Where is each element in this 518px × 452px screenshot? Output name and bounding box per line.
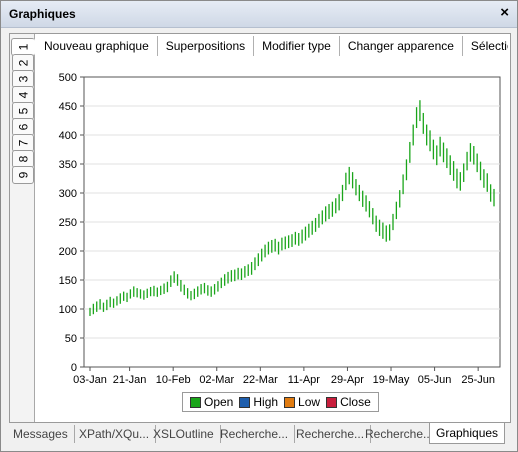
- x-tick-label: 25-Jun: [461, 374, 495, 386]
- chart-tab-label: 6: [16, 123, 30, 131]
- chart-legend: Open High Low Close: [182, 392, 379, 412]
- chart-tab-9[interactable]: 9: [12, 166, 34, 184]
- legend-item-close: Close: [326, 395, 371, 409]
- bottom-window-tabs: Messages XPath/XQu... XSLOutline Recherche.…: [7, 423, 507, 445]
- bottom-tab-3[interactable]: Recherche...: [214, 425, 296, 443]
- candlestick-chart: 0 50 100 150 200 250 300 350 400 450 500 03-Jan 21-J…: [59, 72, 501, 386]
- y-tick-label: 400: [59, 130, 77, 142]
- chart-tab-label: 7: [16, 139, 30, 147]
- y-tick-label: 50: [65, 333, 77, 345]
- legend-label: Close: [340, 395, 371, 409]
- toolbar-tab-1[interactable]: Superpositions: [158, 36, 255, 56]
- bottom-tab-2[interactable]: XSLOutline: [147, 425, 221, 443]
- bottom-tab-5[interactable]: Recherche...: [359, 425, 441, 443]
- legend-swatch: [326, 396, 338, 408]
- y-tick-label: 450: [59, 101, 77, 113]
- y-tick-label: 200: [59, 246, 77, 258]
- y-tick-label: 100: [59, 304, 77, 316]
- x-tick-label: 19-May: [373, 374, 410, 386]
- chart-area-frame: 1 2 3 4 5 6 7 8 9 Nouveau graphique Superposition…: [9, 33, 511, 423]
- legend-item-low: Low: [284, 395, 320, 409]
- y-tick-label: 300: [59, 188, 77, 200]
- legend-label: Low: [298, 395, 321, 409]
- y-tick-label: 150: [59, 275, 77, 287]
- chart-tab-label: 3: [16, 75, 30, 83]
- toolbar-tab-2[interactable]: Modifier type: [254, 36, 340, 56]
- legend-item-open: Open: [190, 395, 233, 409]
- chart-tab-label: 9: [16, 171, 30, 179]
- chart-tab-label: 8: [16, 155, 30, 163]
- y-tick-label: 0: [71, 362, 77, 374]
- chart-tab-label: 5: [16, 107, 30, 115]
- bottom-tab-0[interactable]: Messages: [7, 425, 75, 443]
- y-tick-label: 350: [59, 159, 77, 171]
- bottom-tab-1[interactable]: XPath/XQu...: [73, 425, 157, 443]
- chart-tab-label: 4: [16, 91, 30, 99]
- chart-vertical-tabs: 1 2 3 4 5 6 7 8 9: [10, 34, 35, 422]
- legend-item-high: High: [239, 395, 278, 409]
- toolbar-tab-4[interactable]: Sélectio: [463, 36, 508, 56]
- x-tick-label: 10-Feb: [156, 374, 191, 386]
- chart-container: 0 50 100 150 200 250 300 350 400 450 500 03-Jan 21-J…: [36, 60, 508, 420]
- charts-panel: Graphiques × 1 2 3 4 5 6 7 8 9 Nouveau graphique…: [0, 0, 518, 452]
- y-tick-label: 500: [59, 72, 77, 84]
- x-tick-label: 03-Jan: [73, 374, 107, 386]
- bottom-tab-6[interactable]: Graphiques: [429, 423, 506, 444]
- close-icon[interactable]: ×: [500, 5, 509, 21]
- legend-swatch: [284, 396, 296, 408]
- chart-toolbar-tabs: Nouveau graphique Superpositions Modifier …: [36, 36, 508, 58]
- x-tick-label: 22-Mar: [243, 374, 278, 386]
- legend-swatch: [239, 396, 251, 408]
- toolbar-tab-0[interactable]: Nouveau graphique: [36, 36, 158, 56]
- y-tick-label: 250: [59, 217, 77, 229]
- x-tick-label: 29-Apr: [331, 374, 364, 386]
- chart-tab-label: 2: [16, 59, 30, 67]
- x-tick-label: 11-Apr: [288, 374, 321, 386]
- x-tick-label: 21-Jan: [113, 374, 147, 386]
- panel-title-bar: Graphiques ×: [1, 1, 517, 28]
- legend-label: High: [253, 395, 279, 409]
- legend-label: Open: [204, 395, 234, 409]
- legend-swatch: [190, 396, 201, 408]
- toolbar-tab-3[interactable]: Changer apparence: [340, 36, 463, 56]
- x-tick-label: 05-Jun: [418, 374, 452, 386]
- panel-title: Graphiques: [9, 7, 76, 21]
- chart-tab-label: 1: [16, 43, 30, 51]
- x-tick-label: 02-Mar: [199, 374, 234, 386]
